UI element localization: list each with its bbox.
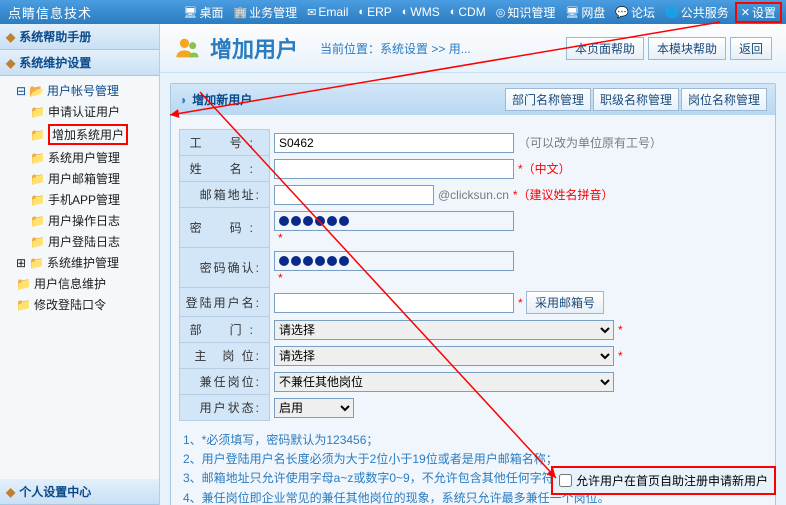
tab-dept[interactable]: 部门名称管理 (505, 88, 591, 111)
desktop-icon: 🖥 (183, 6, 197, 19)
select-status[interactable]: 启用 (274, 398, 354, 418)
nav-email[interactable]: ✉Email (303, 2, 352, 23)
settings-icon: ✕ (741, 6, 750, 19)
erp-icon: ◐ (358, 6, 365, 18)
nav-knowledge[interactable]: ◎知识管理 (492, 2, 560, 23)
chevron-icon: ◆ (6, 56, 15, 70)
cdm-icon: ◐ (450, 6, 457, 18)
input-loginid[interactable] (274, 293, 514, 313)
wms-icon: ◐ (402, 6, 409, 18)
select-otherpost[interactable]: 不兼任其他岗位 (274, 372, 614, 392)
tree-item-mailbox[interactable]: 📁用户邮箱管理 (30, 168, 157, 189)
folder-icon: 📁 (30, 235, 45, 249)
refresh-icon[interactable]: ◑ (179, 93, 186, 107)
nav-settings[interactable]: ✕设置 (735, 2, 782, 23)
nav-forum[interactable]: 💬论坛 (611, 2, 659, 23)
tree-item-oplog[interactable]: 📁用户操作日志 (30, 210, 157, 231)
email-icon: ✉ (307, 6, 316, 19)
public-icon: 🌐 (665, 6, 679, 19)
input-email[interactable] (274, 185, 434, 205)
select-mainpost[interactable]: 请选择 (274, 346, 614, 366)
tab-post[interactable]: 岗位名称管理 (681, 88, 767, 111)
use-email-button[interactable]: 采用邮箱号 (526, 291, 604, 314)
folder-icon: 📁 (30, 105, 45, 119)
label-dept: 部 门: (180, 317, 270, 343)
folder-icon: 📁 (30, 193, 45, 207)
folder-icon: 📁 (30, 214, 45, 228)
tree-item-userinfo[interactable]: 📁用户信息维护 (16, 273, 157, 294)
label-status: 用户状态: (180, 395, 270, 421)
titlebar: 增加用户 当前位置：系统设置 >> 用... 本页面帮助 本模块帮助 返回 (160, 24, 786, 73)
hint-no: （可以改为单位原有工号） (518, 136, 662, 150)
chevron-icon: ◆ (6, 30, 15, 44)
input-pwd2[interactable] (274, 251, 514, 271)
help-module-button[interactable]: 本模块帮助 (648, 37, 726, 60)
hint-name: *（中文） (518, 162, 571, 176)
label-loginid: 登陆用户名: (180, 288, 270, 317)
sidebar-section-help[interactable]: ◆系统帮助手册 (0, 24, 159, 50)
form-panel: ◑ 增加新用户 部门名称管理 职级名称管理 岗位名称管理 工 号: （可以改为单… (170, 83, 776, 505)
folder-icon: 📁 (29, 256, 44, 270)
nav-erp[interactable]: ◐ERP (354, 2, 395, 23)
breadcrumb: 当前位置：系统设置 >> 用... (320, 40, 471, 57)
main: 增加用户 当前位置：系统设置 >> 用... 本页面帮助 本模块帮助 返回 ◑ … (160, 24, 786, 505)
input-name[interactable] (274, 159, 514, 179)
folder-icon: 📁 (30, 128, 45, 142)
nav-wms[interactable]: ◐WMS (398, 2, 444, 23)
label-no: 工 号: (180, 130, 270, 156)
label-pwd2: 密码确认: (180, 248, 270, 288)
folder-icon: 📁 (30, 172, 45, 186)
hint-email: *（建议姓名拼音） (513, 188, 614, 202)
self-register-checkbox-row: 允许用户在首页自助注册申请新用户 (551, 466, 776, 495)
sidebar-tree: ⊟📂用户帐号管理 📁申请认证用户 📁增加系统用户 📁系统用户管理 📁用户邮箱管理… (0, 76, 159, 479)
form-title: 增加新用户 (192, 91, 252, 108)
tree-item-manage[interactable]: 📁系统用户管理 (30, 147, 157, 168)
nav-desktop[interactable]: 🖥桌面 (179, 2, 227, 23)
nav-public[interactable]: 🌐公共服务 (661, 2, 733, 23)
self-register-checkbox[interactable] (559, 474, 572, 487)
tree-item-loginlog[interactable]: 📁用户登陆日志 (30, 231, 157, 252)
folder-icon: 📁 (16, 298, 31, 312)
input-no[interactable] (274, 133, 514, 153)
sidebar-section-personal[interactable]: ◆个人设置中心 (0, 479, 159, 505)
top-nav: 🖥桌面 🏢业务管理 ✉Email ◐ERP ◐WMS ◐CDM ◎知识管理 🖥网… (179, 2, 782, 23)
forum-icon: 💬 (615, 6, 629, 19)
users-icon (174, 34, 202, 62)
biz-icon: 🏢 (233, 6, 247, 19)
label-name: 姓 名: (180, 156, 270, 182)
back-button[interactable]: 返回 (730, 37, 772, 60)
sidebar: ◆系统帮助手册 ◆系统维护设置 ⊟📂用户帐号管理 📁申请认证用户 📁增加系统用户… (0, 24, 160, 505)
topbar: 点睛信息技术 🖥桌面 🏢业务管理 ✉Email ◐ERP ◐WMS ◐CDM ◎… (0, 0, 786, 24)
nav-cdm[interactable]: ◐CDM (446, 2, 490, 23)
label-otherpost: 兼任岗位: (180, 369, 270, 395)
folder-icon: 📁 (16, 277, 31, 291)
tree-item-add-user[interactable]: 📁增加系统用户 (30, 122, 157, 147)
self-register-label: 允许用户在首页自助注册申请新用户 (576, 472, 768, 489)
netdisk-icon: 🖥 (565, 6, 579, 19)
page-title: 增加用户 (210, 32, 298, 64)
email-suffix: @clicksun.cn (438, 188, 509, 202)
plus-icon: ⊞ (16, 256, 26, 270)
select-dept[interactable]: 请选择 (274, 320, 614, 340)
tab-rank[interactable]: 职级名称管理 (593, 88, 679, 111)
nav-biz[interactable]: 🏢业务管理 (229, 2, 301, 23)
input-pwd[interactable] (274, 211, 514, 231)
chevron-icon: ◆ (6, 485, 15, 499)
tree-item-app[interactable]: 📁手机APP管理 (30, 189, 157, 210)
label-pwd: 密 码: (180, 208, 270, 248)
label-email: 邮箱地址: (180, 182, 270, 208)
help-page-button[interactable]: 本页面帮助 (566, 37, 644, 60)
nav-netdisk[interactable]: 🖥网盘 (561, 2, 609, 23)
tree-item-sysmaint[interactable]: ⊞📁系统维护管理 (16, 252, 157, 273)
folder-icon: 📂 (29, 84, 44, 98)
tree-item-pwdchange[interactable]: 📁修改登陆口令 (16, 294, 157, 315)
folder-icon: 📁 (30, 151, 45, 165)
sidebar-section-maintenance[interactable]: ◆系统维护设置 (0, 50, 159, 76)
brand: 点睛信息技术 (4, 3, 92, 22)
minus-icon: ⊟ (16, 84, 26, 98)
tree-item-apply[interactable]: 📁申请认证用户 (30, 101, 157, 122)
tree-root-user-account[interactable]: ⊟📂用户帐号管理 (16, 80, 157, 101)
knowledge-icon: ◎ (496, 6, 506, 19)
label-mainpost: 主 岗 位: (180, 343, 270, 369)
